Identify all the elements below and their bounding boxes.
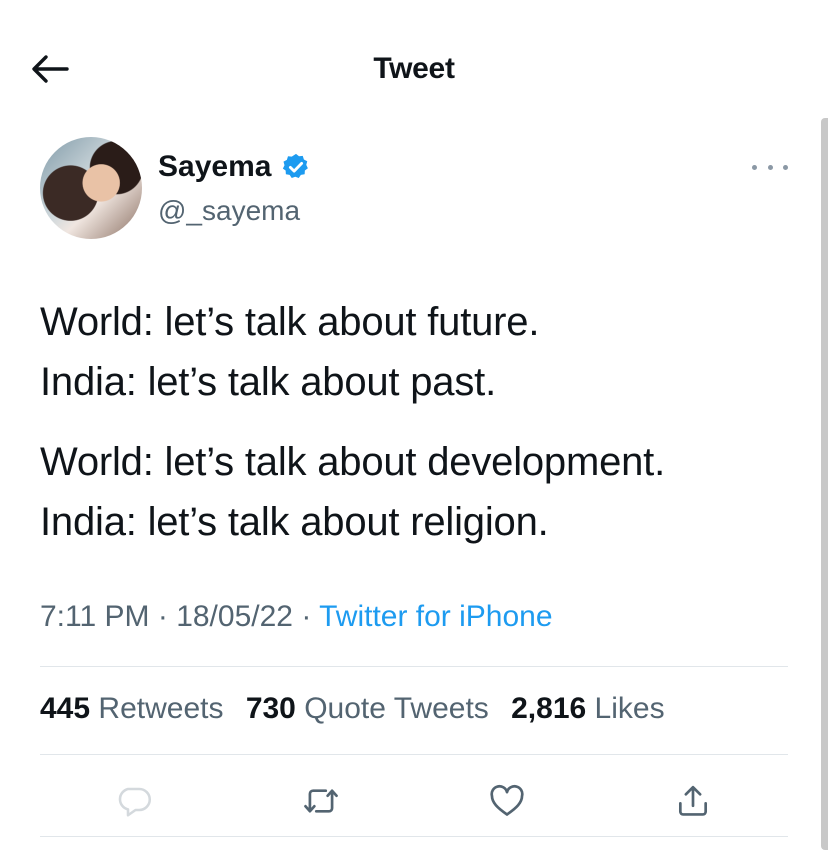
share-button[interactable] bbox=[672, 780, 714, 822]
top-bar: Tweet bbox=[0, 0, 828, 130]
like-button[interactable] bbox=[486, 780, 528, 822]
tweet-paragraph: World: let’s talk about future. India: l… bbox=[40, 292, 810, 412]
verified-badge-icon bbox=[281, 152, 311, 182]
author-name[interactable]: Sayema bbox=[158, 150, 311, 184]
meta-separator: · bbox=[301, 600, 312, 633]
divider bbox=[40, 836, 788, 837]
avatar[interactable] bbox=[40, 137, 142, 239]
retweets-label: Retweets bbox=[98, 692, 224, 725]
tweet-line: India: let’s talk about past. bbox=[40, 360, 496, 404]
retweet-button[interactable] bbox=[300, 780, 342, 822]
page-title: Tweet bbox=[373, 52, 455, 85]
tweet-stats: 445 Retweets 730 Quote Tweets 2,816 Like… bbox=[40, 692, 679, 726]
likes-label: Likes bbox=[594, 692, 665, 725]
quotes-label: Quote Tweets bbox=[304, 692, 489, 725]
tweet-text: World: let’s talk about future. India: l… bbox=[40, 292, 810, 572]
tweet-line: World: let’s talk about development. bbox=[40, 440, 666, 484]
author-name-text: Sayema bbox=[158, 150, 272, 183]
tweet-date: 18/05/22 bbox=[176, 600, 293, 633]
tweet-line: India: let’s talk about religion. bbox=[40, 500, 549, 544]
more-dot bbox=[783, 164, 788, 170]
likes-count: 2,816 bbox=[511, 692, 587, 725]
more-horizontal-icon bbox=[752, 164, 757, 170]
tweet-paragraph: World: let’s talk about development. Ind… bbox=[40, 432, 810, 552]
scrollbar[interactable] bbox=[821, 118, 828, 850]
divider bbox=[40, 666, 788, 667]
tweet-actions bbox=[40, 770, 788, 830]
tweet-line: World: let’s talk about future. bbox=[40, 300, 540, 344]
author-handle[interactable]: @_sayema bbox=[158, 195, 300, 227]
likes-stat[interactable]: 2,816 Likes bbox=[511, 692, 664, 725]
share-icon bbox=[678, 785, 708, 816]
tweet-source-link[interactable]: Twitter for iPhone bbox=[319, 600, 552, 633]
quotes-count: 730 bbox=[245, 692, 296, 725]
retweet-icon bbox=[304, 789, 338, 813]
retweets-stat[interactable]: 445 Retweets bbox=[40, 692, 232, 725]
quote-tweets-stat[interactable]: 730 Quote Tweets bbox=[246, 692, 497, 725]
retweets-count: 445 bbox=[40, 692, 91, 725]
tweet-time: 7:11 PM bbox=[40, 600, 150, 633]
reply-button[interactable] bbox=[113, 780, 155, 822]
reply-icon bbox=[118, 787, 151, 817]
tweet-meta: 7:11 PM · 18/05/22 · Twitter for iPhone bbox=[40, 600, 553, 634]
divider bbox=[40, 754, 788, 755]
heart-icon bbox=[490, 784, 524, 816]
meta-separator: · bbox=[157, 600, 168, 633]
more-options-button[interactable] bbox=[752, 154, 788, 180]
more-dot bbox=[767, 164, 773, 170]
